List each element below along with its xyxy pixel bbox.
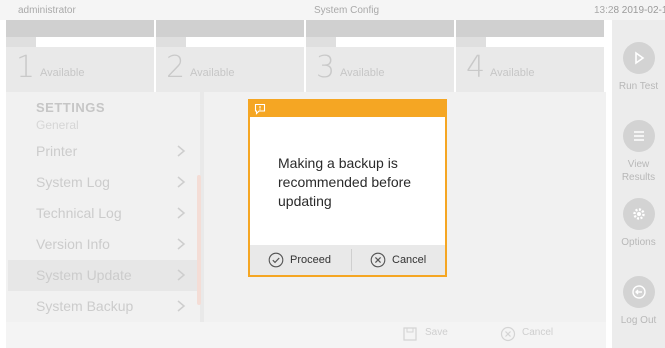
- check-circle-icon: [268, 252, 284, 268]
- message-alert-icon: [254, 103, 266, 115]
- view-results-button[interactable]: View Results: [612, 120, 665, 184]
- right-action-bar: Run Test View Results Options Log Out: [612, 20, 665, 348]
- run-test-label: Run Test: [618, 81, 659, 92]
- view-results-label: View Results: [621, 159, 656, 183]
- log-out-label: Log Out: [620, 315, 657, 326]
- backup-warning-dialog: Making a backup is recommended before up…: [248, 99, 447, 277]
- dialog-cancel-button[interactable]: Cancel: [370, 245, 426, 275]
- options-label: Options: [621, 237, 656, 248]
- play-icon: [622, 42, 655, 74]
- dialog-header: [250, 101, 445, 117]
- dialog-footer: Proceed Cancel: [250, 245, 445, 275]
- run-test-button[interactable]: Run Test: [612, 42, 665, 93]
- dialog-button-divider: [351, 249, 352, 271]
- gear-icon: [622, 198, 655, 230]
- log-out-icon: [622, 276, 655, 308]
- close-circle-icon: [370, 252, 386, 268]
- proceed-label: Proceed: [290, 254, 331, 266]
- options-button[interactable]: Options: [612, 198, 665, 249]
- log-out-button[interactable]: Log Out: [612, 276, 665, 327]
- dialog-cancel-label: Cancel: [392, 254, 427, 266]
- dialog-message: Making a backup is recommended before up…: [278, 155, 412, 209]
- proceed-button[interactable]: Proceed: [268, 245, 331, 275]
- list-icon: [622, 120, 655, 152]
